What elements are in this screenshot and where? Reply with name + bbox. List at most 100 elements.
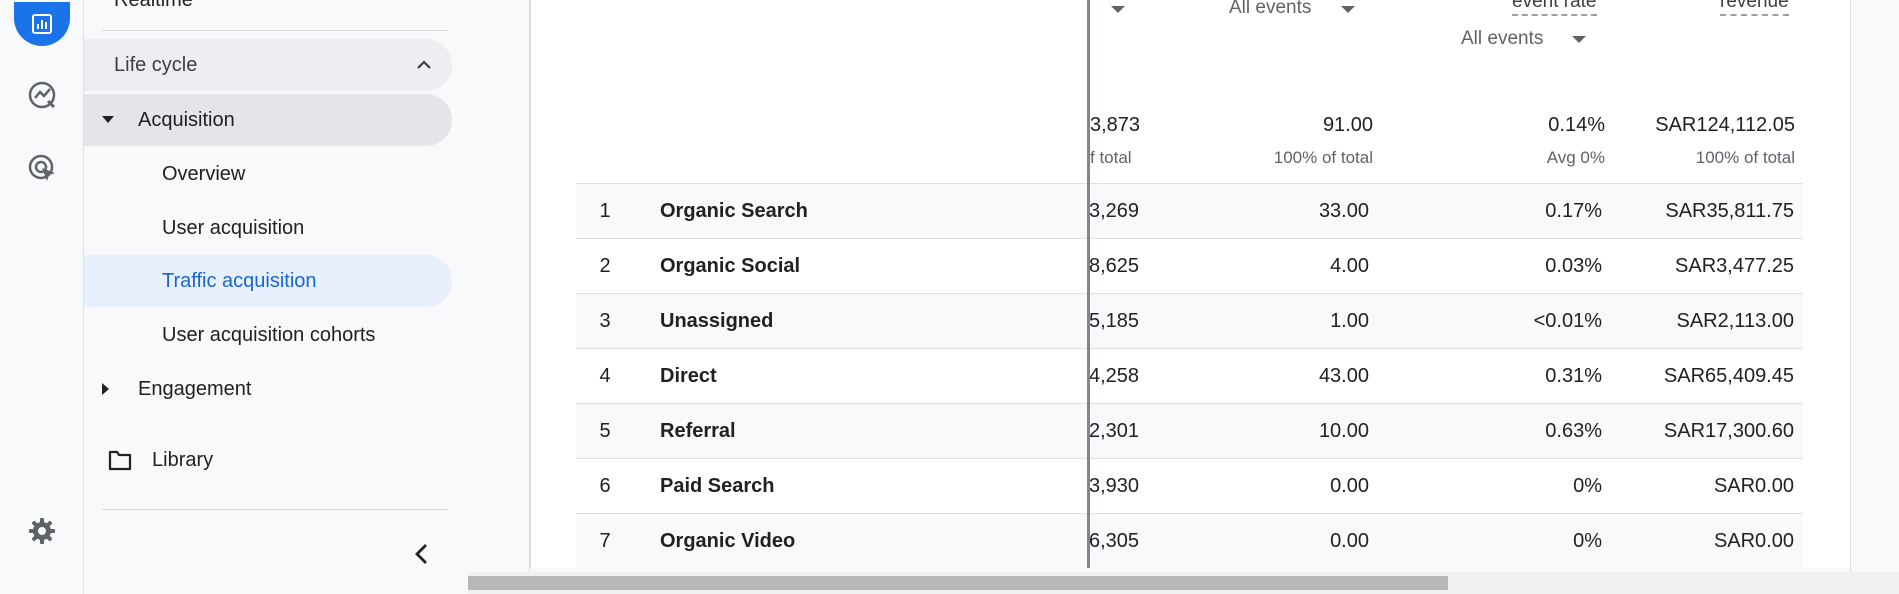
nav-item-user-acquisition-cohorts[interactable]: User acquisition cohorts [162, 309, 375, 361]
nav-panel: Realtime Life cycle Acquisition Overview… [84, 0, 530, 594]
event-dropdown-label: All events [1461, 28, 1544, 49]
cell-c2: 43.00 [1318, 365, 1369, 387]
channel-name: Paid Search [660, 475, 775, 497]
cell-c4: SAR2,113.00 [1676, 310, 1795, 332]
cell-c1: 2,301 [1089, 420, 1140, 442]
nav-item-label: Realtime [114, 0, 193, 12]
nav-item-label: Engagement [138, 377, 252, 400]
column-header-label: revenue [1720, 0, 1789, 12]
row-index: 1 [599, 200, 611, 222]
cell-c3: <0.01% [1533, 310, 1602, 332]
chevron-down-icon[interactable] [1111, 6, 1125, 14]
cell-c3: 0% [1573, 530, 1602, 552]
channel-name: Referral [660, 420, 736, 442]
cell-c2: 0.00 [1330, 530, 1369, 552]
nav-item-engagement[interactable]: Engagement [84, 363, 251, 415]
nav-item-label: User acquisition [162, 216, 305, 239]
revenue-header[interactable]: revenue [1720, 0, 1789, 16]
cell-c2: 4.00 [1330, 255, 1369, 277]
cell-c4: SAR65,409.45 [1663, 365, 1794, 387]
chevron-left-icon [415, 544, 427, 564]
row-index: 3 [599, 310, 611, 332]
cell-c3: 0% [1573, 475, 1602, 497]
nav-item-label: Overview [162, 162, 246, 185]
row-index: 4 [599, 365, 611, 387]
bar-chart-icon [32, 14, 52, 34]
chevron-down-icon[interactable] [1572, 36, 1586, 44]
cell-c2: 10.00 [1318, 420, 1369, 442]
total-c3: 0.14% [1548, 114, 1605, 136]
nav-item-label: User acquisition cohorts [162, 323, 376, 346]
caret-right-icon [102, 383, 109, 395]
cell-c2: 33.00 [1318, 200, 1369, 222]
total-c3-sub: Avg 0% [1546, 148, 1605, 167]
cell-c3: 0.31% [1545, 365, 1602, 387]
chevron-down-icon[interactable] [1341, 6, 1355, 14]
explore-button[interactable] [22, 75, 62, 115]
column-header-label: event rate [1512, 0, 1597, 12]
channel-name: Organic Social [660, 255, 801, 277]
event-dropdown-1[interactable]: All events [1229, 0, 1311, 19]
divider [102, 30, 448, 31]
nav-section-lifecycle[interactable]: Life cycle [84, 39, 452, 91]
nav-item-library[interactable]: Library [84, 434, 213, 486]
cell-c2: 1.00 [1330, 310, 1369, 332]
total-c4: SAR124,112.05 [1655, 114, 1795, 136]
nav-item-user-acquisition[interactable]: User acquisition [162, 202, 304, 254]
collapse-nav-button[interactable] [402, 534, 442, 574]
nav-item-realtime[interactable]: Realtime [114, 0, 193, 26]
channel-name: Organic Search [660, 200, 808, 222]
cell-c1: 8,625 [1089, 255, 1140, 277]
nav-item-overview[interactable]: Overview [162, 148, 245, 200]
horizontal-scrollbar[interactable] [468, 572, 1899, 594]
total-c2: 91.00 [1322, 114, 1373, 136]
cell-c3: 0.03% [1545, 255, 1602, 277]
table-row[interactable]: 2 Organic Social 8,625 4.00 0.03% SAR3,4… [576, 238, 1803, 293]
table-row[interactable]: 7 Organic Video 6,305 0.00 0% SAR0.00 [576, 513, 1803, 568]
frozen-column-divider[interactable] [1087, 0, 1090, 568]
cell-c1: 4,258 [1089, 365, 1140, 387]
scrollbar-thumb[interactable] [468, 576, 1448, 590]
explore-icon [28, 81, 56, 109]
total-c1-sub: f total [1090, 148, 1132, 167]
table-row[interactable]: 1 Organic Search 3,269 33.00 0.17% SAR35… [576, 183, 1803, 238]
total-c2-sub: 100% of total [1273, 148, 1373, 167]
nav-item-label: Acquisition [138, 108, 235, 131]
nav-item-traffic-acquisition[interactable]: Traffic acquisition [84, 255, 452, 307]
nav-item-acquisition[interactable]: Acquisition [84, 94, 452, 146]
nav-item-label: Library [152, 448, 214, 471]
settings-button[interactable] [22, 511, 62, 551]
cell-c2: 0.00 [1330, 475, 1369, 497]
channel-name: Unassigned [660, 310, 774, 332]
folder-icon [108, 450, 132, 471]
event-dropdown-2[interactable]: All events [1461, 28, 1543, 50]
channel-name: Organic Video [660, 530, 796, 552]
event-rate-header[interactable]: event rate [1512, 0, 1597, 16]
channel-name: Direct [660, 365, 717, 387]
cell-c4: SAR0.00 [1713, 475, 1794, 497]
row-index: 2 [599, 255, 611, 277]
cell-c3: 0.63% [1545, 420, 1602, 442]
cell-c4: SAR35,811.75 [1665, 200, 1794, 222]
row-index: 5 [599, 420, 611, 442]
table-row[interactable]: 6 Paid Search 3,930 0.00 0% SAR0.00 [576, 458, 1803, 513]
advertising-button[interactable] [22, 148, 62, 188]
cell-c4: SAR17,300.60 [1663, 420, 1794, 442]
reports-button[interactable] [14, 2, 70, 46]
row-index: 7 [599, 530, 611, 552]
cell-c1: 3,269 [1089, 200, 1140, 222]
cell-c4: SAR3,477.25 [1675, 255, 1794, 277]
data-table: 1 Organic Search 3,269 33.00 0.17% SAR35… [576, 183, 1803, 568]
table-row[interactable]: 5 Referral 2,301 10.00 0.63% SAR17,300.6… [576, 403, 1803, 458]
chevron-up-icon [417, 60, 431, 69]
row-index: 6 [599, 475, 611, 497]
cell-c3: 0.17% [1545, 200, 1602, 222]
table-row[interactable]: 4 Direct 4,258 43.00 0.31% SAR65,409.45 [576, 348, 1803, 403]
cell-c1: 3,930 [1089, 475, 1140, 497]
nav-item-label: Life cycle [114, 53, 198, 76]
event-dropdown-label: All events [1229, 0, 1312, 18]
cell-c1: 5,185 [1089, 310, 1140, 332]
gear-icon [29, 518, 55, 544]
advertising-icon [28, 154, 55, 181]
table-row[interactable]: 3 Unassigned 5,185 1.00 <0.01% SAR2,113.… [576, 293, 1803, 348]
